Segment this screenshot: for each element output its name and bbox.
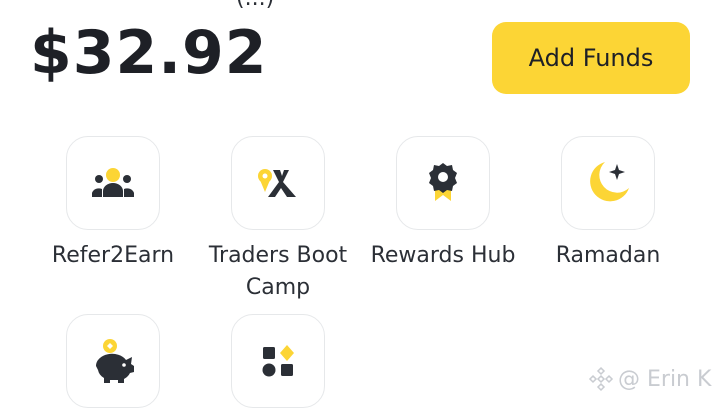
watermark: @ Erin K <box>588 366 711 392</box>
more-apps-icon <box>262 345 294 377</box>
watermark-text: @ Erin K <box>618 366 712 392</box>
reward-badge-icon <box>429 163 457 201</box>
crescent-moon-icon <box>590 162 629 202</box>
cut-off-heading: (...) <box>236 0 274 11</box>
shortcut-refer2earn[interactable]: Refer2Earn <box>23 136 203 272</box>
shortcut-label: Ramadan <box>555 243 661 268</box>
shortcut-ramadan[interactable]: Ramadan <box>518 136 698 272</box>
shortcut-traders-boot-camp[interactable]: Traders Boot Camp <box>188 136 368 304</box>
piggy-bank-icon <box>95 339 134 383</box>
balance-amount: $32.92 <box>30 18 268 88</box>
shortcut-more[interactable] <box>188 314 368 418</box>
shortcut-savings[interactable] <box>23 314 203 418</box>
add-funds-button[interactable]: Add Funds <box>492 22 690 94</box>
shortcut-label: Rewards Hub <box>370 243 516 268</box>
shortcut-label: Traders Boot Camp <box>208 243 348 300</box>
group-icon <box>92 168 134 197</box>
camp-tent-icon <box>258 169 296 197</box>
shortcut-label: Refer2Earn <box>51 243 175 268</box>
shortcut-rewards-hub[interactable]: Rewards Hub <box>353 136 533 272</box>
binance-logo-icon <box>588 366 614 392</box>
